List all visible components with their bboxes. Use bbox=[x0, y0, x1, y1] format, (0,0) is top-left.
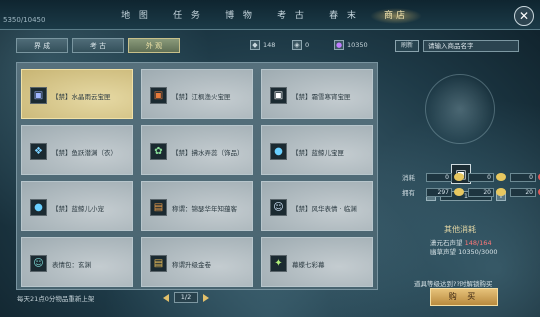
currency-gem-value: 0 bbox=[305, 41, 310, 49]
flower-icon: ✿ bbox=[150, 143, 167, 160]
nav-museum[interactable]: 博 物 bbox=[214, 8, 266, 24]
item-name: 称谓升级金卷 bbox=[172, 261, 211, 269]
consume-row: 消耗 0 0 0 bbox=[402, 172, 540, 182]
scroll-icon: ▤ bbox=[150, 199, 167, 216]
chest-icon: ▣ bbox=[150, 87, 167, 104]
nav-shop[interactable]: 商店 bbox=[370, 8, 422, 24]
top-bar: 5350/10450 地 图 任 务 博 物 考 古 春 末 商店 ✕ bbox=[0, 0, 540, 30]
currency-coin: ◆ 148 bbox=[250, 40, 275, 50]
own-orb: 20 bbox=[510, 187, 536, 197]
currency-gem: ◈ 0 bbox=[292, 40, 309, 50]
tab-2[interactable]: 外 观 bbox=[128, 38, 180, 53]
orb-icon: ● bbox=[334, 40, 344, 50]
item-name: 【禁】风华表情 · 临渊 bbox=[292, 205, 357, 213]
item-name: 表情包：玄渊 bbox=[52, 261, 91, 269]
chest-icon: ▣ bbox=[30, 87, 47, 104]
main-nav: 地 图 任 务 博 物 考 古 春 末 商店 bbox=[110, 8, 422, 24]
own-label: 拥有 bbox=[402, 189, 415, 197]
shop-tabs: 界 成 考 古 外 观 bbox=[16, 38, 180, 53]
item-card[interactable]: ❖ 【禁】鱼跃潜渊（衣） bbox=[21, 125, 133, 175]
item-name: 【禁】蓝鲸儿小宠 bbox=[52, 205, 104, 213]
gem-icon bbox=[496, 188, 506, 196]
currency-orb-value: 10350 bbox=[347, 41, 368, 49]
item-name: 【禁】鱼跃潜渊（衣） bbox=[52, 149, 117, 157]
emote-icon: ☺ bbox=[270, 199, 287, 216]
close-icon: ✕ bbox=[518, 9, 530, 23]
item-card[interactable]: ▣ 【禁】水晶雨云宝匣 bbox=[21, 69, 133, 119]
item-card[interactable]: ▣ 【禁】霜雪寒宵宝匣 bbox=[261, 69, 373, 119]
consume-gem: 0 bbox=[468, 172, 494, 182]
own-gem: 20 bbox=[468, 187, 494, 197]
tab-0[interactable]: 界 成 bbox=[16, 38, 68, 53]
item-name: 幕蝶七彩幕 bbox=[292, 261, 325, 269]
coin-icon bbox=[454, 173, 464, 181]
item-grid: ▣ 【禁】水晶雨云宝匣 ▣ 【禁】江枫渔火宝匣 ▣ 【禁】霜雪寒宵宝匣 ❖ 【禁… bbox=[16, 62, 378, 290]
consume-orb: 0 bbox=[510, 172, 536, 182]
item-name: 【禁】水晶雨云宝匣 bbox=[52, 93, 111, 101]
item-name: 【禁】蓝鲸儿宝匣 bbox=[292, 149, 344, 157]
gem-icon: ◈ bbox=[292, 40, 302, 50]
own-row: 拥有 297 20 20 bbox=[402, 187, 540, 197]
gem-icon bbox=[496, 173, 506, 181]
coin-icon bbox=[454, 188, 464, 196]
item-card[interactable]: ▤ 称谓：锦瑟华年知蕴客 bbox=[141, 181, 253, 231]
item-name: 称谓：锦瑟华年知蕴客 bbox=[172, 205, 237, 213]
item-name: 【禁】江枫渔火宝匣 bbox=[172, 93, 231, 101]
pager: 1/2 bbox=[163, 292, 209, 303]
prev-page-icon[interactable] bbox=[163, 293, 169, 302]
unlock-hint: 道具等级达到??时解锁购买 bbox=[414, 280, 493, 288]
fish-icon: ❖ bbox=[30, 143, 47, 160]
chest-icon: ▣ bbox=[270, 87, 287, 104]
other-cost-title: 其他消耗 bbox=[444, 225, 476, 234]
item-card[interactable]: ☺ 表情包：玄渊 bbox=[21, 237, 133, 287]
nav-map[interactable]: 地 图 bbox=[110, 8, 162, 24]
whale-icon: ● bbox=[270, 143, 287, 160]
coin-icon: ◆ bbox=[250, 40, 260, 50]
item-name: 【禁】霜雪寒宵宝匣 bbox=[292, 93, 351, 101]
item-card[interactable]: ✦ 幕蝶七彩幕 bbox=[261, 237, 373, 287]
refresh-button[interactable]: 刷新 bbox=[395, 40, 419, 52]
tab-1[interactable]: 考 古 bbox=[72, 38, 124, 53]
currency-orb: ● 10350 bbox=[334, 40, 368, 50]
item-card[interactable]: ☺ 【禁】风华表情 · 临渊 bbox=[261, 181, 373, 231]
detail-panel: ▣ − 1 + 消耗 0 0 0 拥有 297 20 20 其他消耗 潇元石声望… bbox=[392, 60, 540, 310]
item-card[interactable]: ▤ 称谓升级金卷 bbox=[141, 237, 253, 287]
buy-button[interactable]: 购 买 bbox=[430, 288, 498, 306]
other-cost-value: 10350/3000 bbox=[458, 248, 498, 256]
currency-coin-value: 148 bbox=[263, 41, 276, 49]
item-card[interactable]: ● 【禁】蓝鲸儿宝匣 bbox=[261, 125, 373, 175]
own-coin: 297 bbox=[426, 187, 452, 197]
item-card[interactable]: ● 【禁】蓝鲸儿小宠 bbox=[21, 181, 133, 231]
consume-coin: 0 bbox=[426, 172, 452, 182]
next-page-icon[interactable] bbox=[203, 293, 209, 302]
restock-note: 每天21点0分物品重新上架 bbox=[17, 295, 95, 303]
emblem-icon bbox=[425, 74, 495, 144]
nav-archaeology[interactable]: 考 古 bbox=[266, 8, 318, 24]
nav-quest[interactable]: 任 务 bbox=[162, 8, 214, 24]
other-cost-line: 幽草声望 10350/3000 bbox=[430, 246, 498, 256]
page-indicator: 1/2 bbox=[174, 292, 198, 303]
item-card[interactable]: ✿ 【禁】拂水弄蕊（饰品） bbox=[141, 125, 253, 175]
close-button[interactable]: ✕ bbox=[514, 6, 534, 26]
scroll-icon: ▤ bbox=[150, 255, 167, 272]
search-input[interactable] bbox=[423, 40, 519, 52]
other-cost-label: 幽草声望 bbox=[430, 248, 456, 256]
item-card[interactable]: ▣ 【禁】江枫渔火宝匣 bbox=[141, 69, 253, 119]
emote-icon: ☺ bbox=[30, 255, 47, 272]
item-name: 【禁】拂水弄蕊（饰品） bbox=[172, 149, 244, 157]
nav-spring[interactable]: 春 末 bbox=[318, 8, 370, 24]
experience-counter: 5350/10450 bbox=[3, 16, 46, 24]
whale-icon: ● bbox=[30, 199, 47, 216]
butterfly-icon: ✦ bbox=[270, 255, 287, 272]
consume-label: 消耗 bbox=[402, 174, 415, 182]
